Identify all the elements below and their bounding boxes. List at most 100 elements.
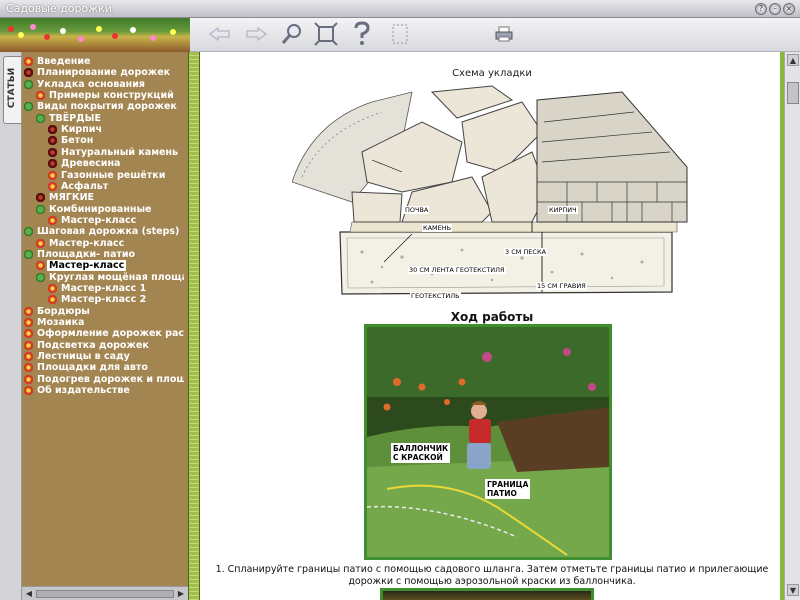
selection-icon[interactable]	[388, 20, 412, 48]
tree-item-label: Мастер-класс	[61, 214, 137, 226]
tree-item-label: Газонные решётки	[61, 169, 166, 181]
tab-articles-label: СТАТЬИ	[7, 67, 17, 109]
tree-item-label: Подсветка дорожек	[37, 339, 149, 351]
tree-item-label: ТВЁРДЫЕ	[49, 112, 101, 124]
help-window-button[interactable]: ?	[755, 3, 767, 15]
article-content: Схема укладки ПОЧВА КАМЕНЬ КИРПИЧ 3 СМ П…	[200, 52, 784, 600]
tree-item-label: Мастер-класс	[47, 260, 127, 272]
flower-icon	[24, 340, 33, 350]
tree-item-label: Мастер-класс	[49, 237, 125, 249]
article-tree: Введение Планирование дорожек Укладка осно…	[22, 54, 184, 584]
leaf-icon	[24, 102, 33, 112]
tree-item-label: Шаговая дорожка (steps)	[37, 226, 180, 238]
scroll-up-icon[interactable]: ▲	[787, 54, 799, 66]
label-gravel: 15 СМ ГРАВИЯ	[536, 282, 587, 290]
tree-item-label: Виды покрытия дорожек	[37, 101, 177, 113]
flower-icon	[24, 306, 33, 316]
leaf-icon	[24, 249, 33, 259]
search-icon[interactable]	[280, 20, 304, 48]
flower-icon	[48, 215, 57, 225]
flower-icon	[36, 261, 45, 271]
flower-icon	[24, 374, 33, 384]
paving-scheme-diagram: ПОЧВА КАМЕНЬ КИРПИЧ 3 СМ ПЕСКА 30 СМ ЛЕН…	[291, 82, 692, 304]
print-icon[interactable]	[492, 20, 516, 48]
tree-item-label: Круглая мощёная площадка	[49, 271, 184, 283]
app-window: Садовые дорожки ? – × СТАТЬИ Введение Пл…	[0, 0, 800, 600]
label-geotextile: ГЕОТЕКСТИЛЬ	[410, 292, 461, 300]
tree-item-label: Площадки для авто	[37, 362, 148, 374]
label-tape: 30 СМ ЛЕНТА ГЕОТЕКСТИЛЯ	[408, 266, 506, 274]
label-stone: КАМЕНЬ	[422, 224, 453, 232]
tree-item-label: Древесина	[61, 158, 121, 170]
tree-item-label: Мастер-класс 1	[61, 283, 147, 294]
scheme-title: Схема укладки	[452, 68, 532, 79]
tree-item-label: Планирование дорожек	[37, 67, 171, 79]
dark-flower-icon	[48, 136, 57, 146]
dark-flower-icon	[48, 125, 57, 135]
label-brick: КИРПИЧ	[548, 206, 578, 214]
tree-item-label: Лестницы в саду	[37, 351, 130, 363]
close-button[interactable]: ×	[783, 3, 795, 15]
vertical-scrollbar-thumb[interactable]	[787, 82, 799, 104]
tree-item-label: Асфальт	[61, 180, 109, 192]
scroll-down-icon[interactable]: ▼	[787, 584, 799, 596]
flower-icon	[24, 386, 33, 396]
flower-icon	[48, 295, 57, 305]
navigation-panel: Введение Планирование дорожек Укладка осно…	[22, 52, 188, 600]
tree-item-label: Мозаика	[37, 317, 85, 329]
tree-item-label: Подогрев дорожек и площадок	[37, 373, 184, 385]
dark-flower-icon	[24, 68, 33, 78]
flower-icon	[24, 57, 33, 66]
flower-icon	[48, 170, 57, 180]
flower-icon	[24, 329, 33, 339]
flower-icon	[48, 284, 57, 293]
tree-item-label: Введение	[37, 56, 91, 67]
window-title: Садовые дорожки	[6, 2, 112, 15]
flower-icon	[36, 91, 45, 101]
help-icon[interactable]	[350, 20, 374, 48]
tree-item-label: Кирпич	[61, 124, 102, 136]
tag-patio-border: ГРАНИЦА ПАТИО	[485, 479, 531, 499]
step-caption: 1. Спланируйте границы патио с помощью с…	[215, 564, 769, 587]
tree-item-label: Натуральный камень	[61, 146, 178, 158]
next-photo	[380, 588, 594, 600]
flower-icon	[36, 238, 45, 248]
leaf-icon	[36, 113, 45, 123]
dark-flower-icon	[48, 147, 57, 157]
tree-item-label: Примеры конструкций	[49, 90, 174, 102]
tree-item-label: МЯГКИЕ	[49, 192, 95, 204]
tab-articles[interactable]: СТАТЬИ	[3, 56, 21, 124]
vertical-scrollbar[interactable]: ▲ ▼	[784, 52, 800, 600]
title-bar: Садовые дорожки ? – ×	[0, 0, 800, 18]
tree-item-label: Об издательстве	[37, 385, 130, 397]
tree-item-label: Площадки- патио	[37, 248, 136, 260]
flower-icon	[48, 181, 57, 191]
panel-tab-strip: СТАТЬИ	[0, 52, 22, 600]
forward-arrow-icon[interactable]	[244, 20, 268, 48]
tree-item-label: Оформление дорожек растения	[37, 328, 184, 340]
dark-flower-icon	[36, 193, 45, 203]
flower-icon	[24, 363, 33, 373]
tree-item-label: Бетон	[61, 135, 94, 147]
back-arrow-icon[interactable]	[208, 20, 232, 48]
dark-flower-icon	[48, 159, 57, 169]
tree-item-label: Мастер-класс 2	[61, 294, 147, 306]
minimize-button[interactable]: –	[769, 3, 781, 15]
leaf-icon	[36, 272, 45, 282]
ruler-strip	[188, 52, 200, 600]
scrollbar-thumb[interactable]	[36, 590, 174, 598]
tree-item-label: Комбинированные	[49, 203, 152, 215]
leaf-icon	[24, 79, 33, 89]
leaf-icon	[24, 227, 33, 237]
horizontal-scrollbar[interactable]: ◀ ▶	[22, 586, 188, 600]
section-heading: Ход работы	[450, 310, 534, 324]
fullscreen-icon[interactable]	[314, 20, 338, 48]
tree-item-label: Бордюры	[37, 305, 90, 317]
leaf-icon	[36, 204, 45, 214]
scroll-right-icon[interactable]: ▶	[176, 589, 186, 599]
garden-banner-image	[0, 18, 190, 52]
flower-icon	[24, 318, 33, 328]
label-sand: 3 СМ ПЕСКА	[504, 248, 548, 256]
scroll-left-icon[interactable]: ◀	[24, 589, 34, 599]
garden-work-photo: БАЛЛОНЧИК С КРАСКОЙ ГРАНИЦА ПАТИО	[364, 324, 612, 560]
